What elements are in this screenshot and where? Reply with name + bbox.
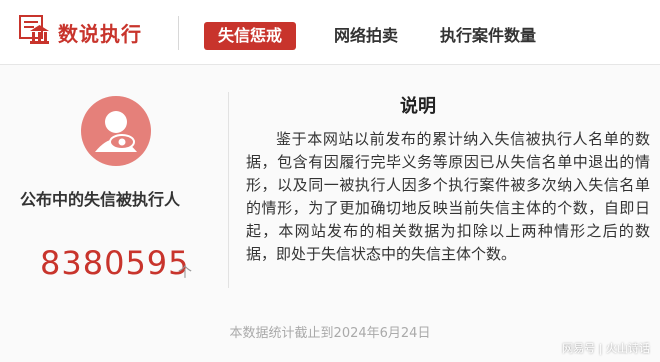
top-header: 数说执行 失信惩戒 网络拍卖 执行案件数量: [0, 0, 660, 65]
panel-divider: [228, 92, 229, 288]
count-unit: 个: [178, 265, 192, 281]
header-divider: [178, 16, 179, 50]
user-eye-glyph: [95, 111, 137, 152]
source-watermark: 网易号 | 火山诗话: [562, 342, 650, 355]
dishonest-count: 8380595: [40, 244, 190, 282]
tab-online-auction[interactable]: 网络拍卖: [334, 22, 398, 50]
user-eye-icon: [81, 96, 151, 166]
public-dishonest-label: 公布中的失信被执行人: [20, 190, 181, 209]
description-text: 鉴于本网站以前发布的累计纳入失信被执行人名单的数据，包含有因履行完毕义务等原因已…: [246, 130, 650, 263]
description-title: 说明: [400, 96, 436, 117]
tab-execution-case-count[interactable]: 执行案件数量: [440, 22, 536, 50]
app-title: 数说执行: [58, 22, 142, 46]
court-building-icon: [19, 15, 49, 44]
tab-dishonest-punishment[interactable]: 失信惩戒: [204, 22, 297, 50]
data-cutoff-note: 本数据统计截止到2024年6月24日: [229, 326, 431, 341]
